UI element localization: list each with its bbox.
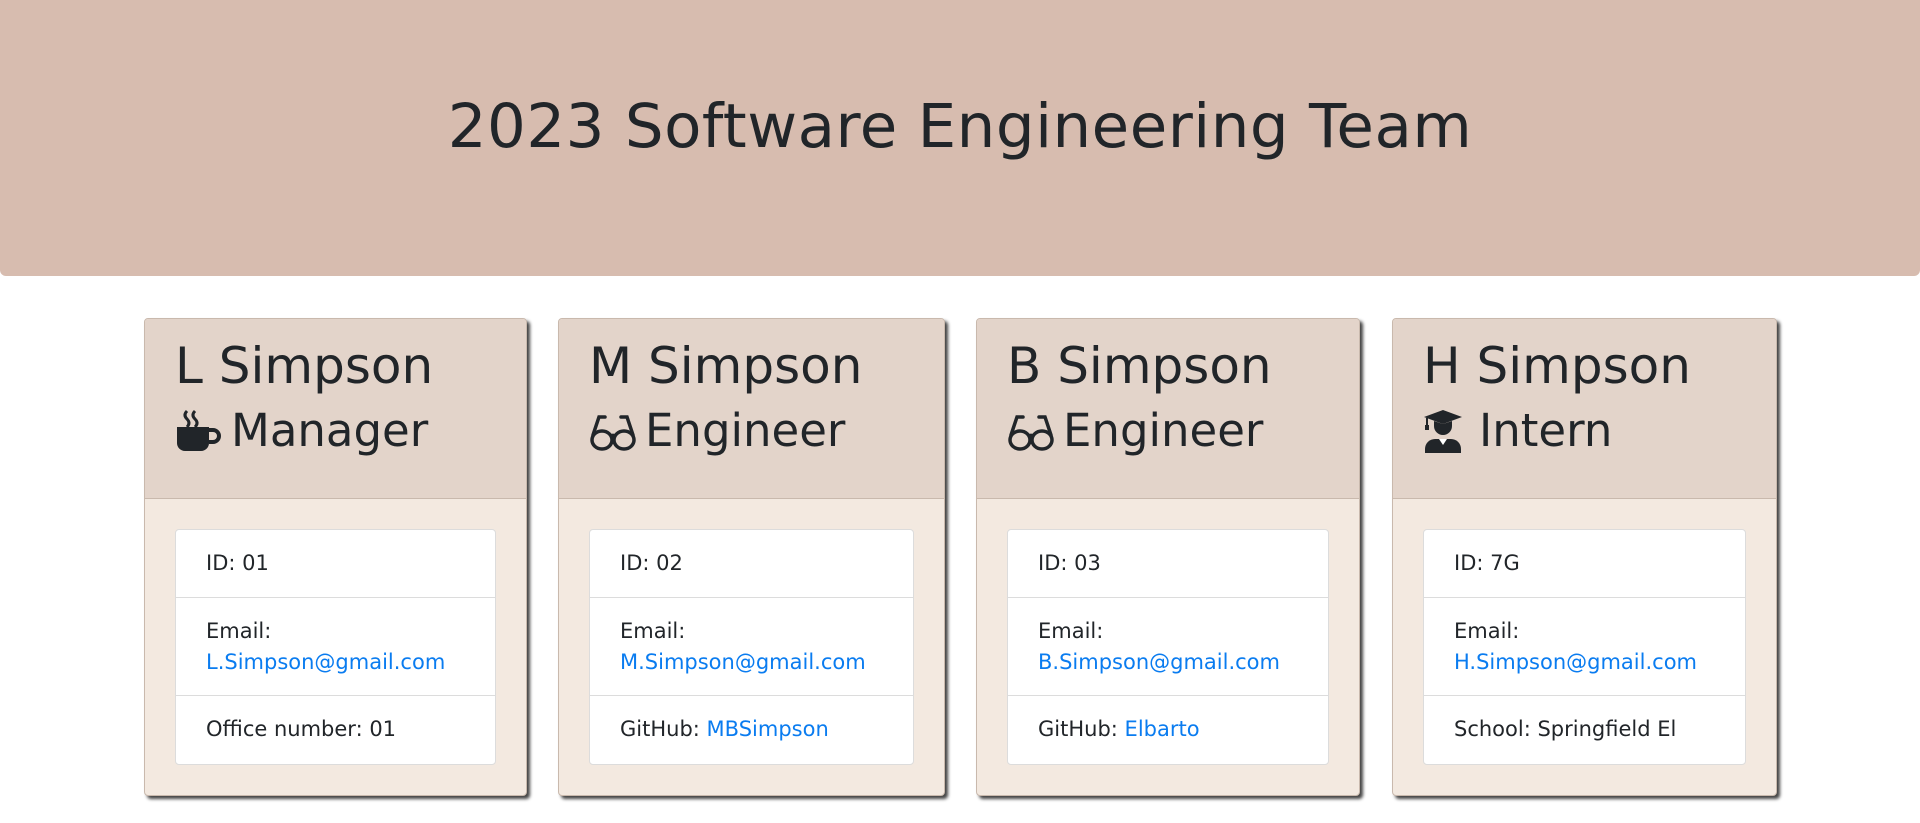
email-label: Email: xyxy=(206,618,272,643)
glasses-icon xyxy=(589,409,637,453)
employee-card-engineer: B Simpson Engineer ID: 03 Email: B.Simps… xyxy=(976,318,1360,796)
email-label: Email: xyxy=(620,618,686,643)
page-title: 2023 Software Engineering Team xyxy=(447,90,1473,162)
email-link[interactable]: L.Simpson@gmail.com xyxy=(206,647,465,678)
id-row: ID: 03 xyxy=(1008,530,1328,598)
employee-role: Manager xyxy=(175,406,526,456)
employee-role: Intern xyxy=(1423,406,1776,456)
email-link[interactable]: B.Simpson@gmail.com xyxy=(1038,647,1298,678)
github-label: GitHub: xyxy=(1038,717,1118,741)
graduate-icon xyxy=(1423,409,1471,453)
school-label: School: Springfield El xyxy=(1454,717,1677,741)
email-row: Email: M.Simpson@gmail.com xyxy=(590,598,913,696)
card-header: M Simpson Engineer xyxy=(559,319,944,499)
office-number-row: Office number: 01 xyxy=(176,696,495,764)
employee-name: L Simpson xyxy=(175,337,434,395)
employee-card-intern: H Simpson Intern ID: 7G Email: H.Simpson… xyxy=(1392,318,1777,796)
employee-name: M Simpson xyxy=(589,337,863,395)
card-header: H Simpson Intern xyxy=(1393,319,1776,499)
employee-card-manager: L Simpson Manager ID: 01 Email: L.Simpso… xyxy=(144,318,527,796)
details-list: ID: 02 Email: M.Simpson@gmail.com GitHub… xyxy=(589,529,914,765)
email-label: Email: xyxy=(1038,618,1104,643)
coffee-mug-icon xyxy=(175,409,223,453)
employee-role: Engineer xyxy=(1007,406,1359,456)
details-list: ID: 03 Email: B.Simpson@gmail.com GitHub… xyxy=(1007,529,1329,765)
github-row: GitHub: Elbarto xyxy=(1008,696,1328,764)
github-label: GitHub: xyxy=(620,717,700,741)
id-row: ID: 02 xyxy=(590,530,913,598)
role-label: Intern xyxy=(1479,404,1613,457)
office-number: Office number: 01 xyxy=(206,717,397,741)
github-row: GitHub: MBSimpson xyxy=(590,696,913,764)
page-header: 2023 Software Engineering Team xyxy=(0,0,1920,276)
details-list: ID: 7G Email: H.Simpson@gmail.com School… xyxy=(1423,529,1746,765)
github-link[interactable]: MBSimpson xyxy=(707,717,829,741)
school-row: School: Springfield El xyxy=(1424,696,1745,764)
role-label: Manager xyxy=(231,404,429,457)
details-list: ID: 01 Email: L.Simpson@gmail.com Office… xyxy=(175,529,496,765)
role-label: Engineer xyxy=(1063,404,1264,457)
employee-name: H Simpson xyxy=(1423,337,1691,395)
id-row: ID: 01 xyxy=(176,530,495,598)
card-header: B Simpson Engineer xyxy=(977,319,1359,499)
email-link[interactable]: H.Simpson@gmail.com xyxy=(1454,647,1715,678)
email-link[interactable]: M.Simpson@gmail.com xyxy=(620,647,883,678)
email-label: Email: xyxy=(1454,618,1520,643)
glasses-icon xyxy=(1007,409,1055,453)
github-link[interactable]: Elbarto xyxy=(1125,717,1200,741)
employee-name: B Simpson xyxy=(1007,337,1272,395)
email-row: Email: H.Simpson@gmail.com xyxy=(1424,598,1745,696)
email-row: Email: B.Simpson@gmail.com xyxy=(1008,598,1328,696)
card-header: L Simpson Manager xyxy=(145,319,526,499)
employee-role: Engineer xyxy=(589,406,944,456)
employee-card-engineer: M Simpson Engineer ID: 02 Email: M.Simps… xyxy=(558,318,945,796)
id-row: ID: 7G xyxy=(1424,530,1745,598)
role-label: Engineer xyxy=(645,404,846,457)
email-row: Email: L.Simpson@gmail.com xyxy=(176,598,495,696)
